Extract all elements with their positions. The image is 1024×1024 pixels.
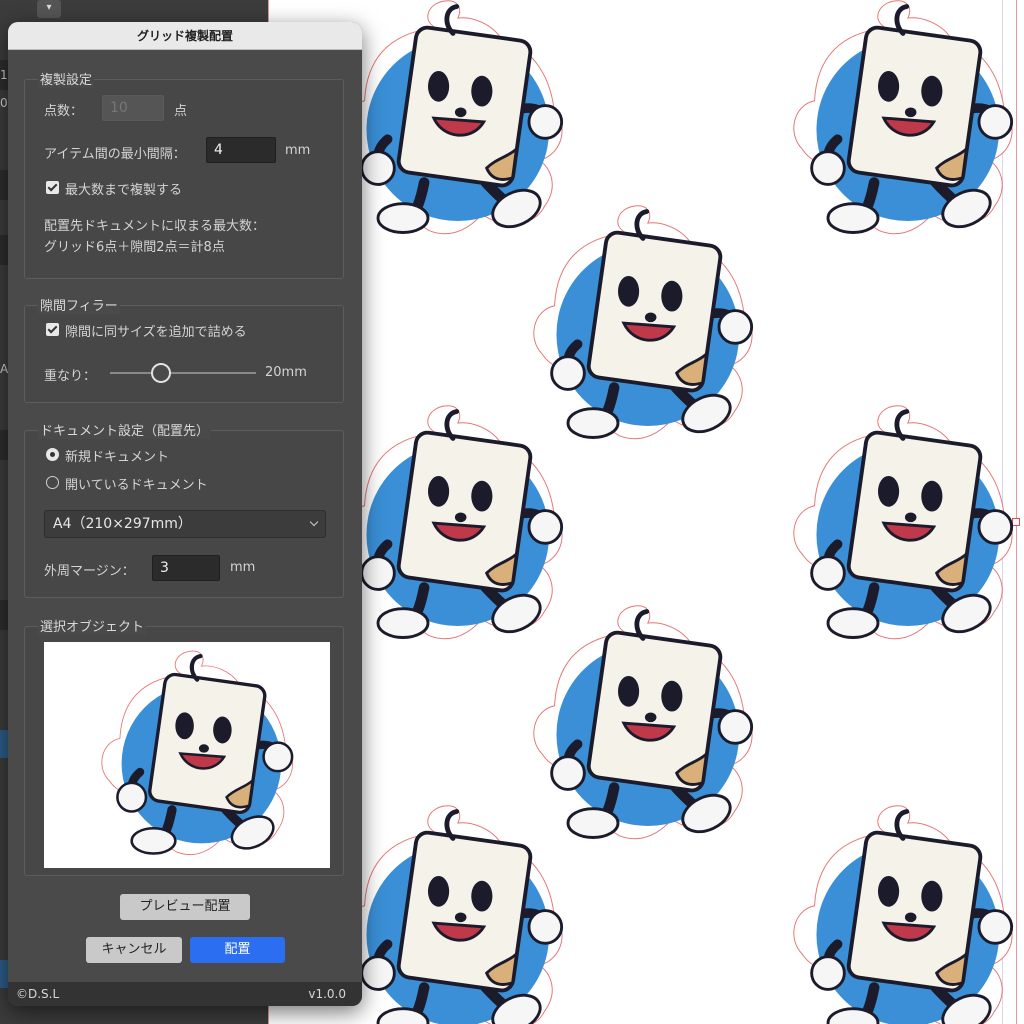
min-gap-label: アイテム間の最小間隔： xyxy=(44,147,186,162)
capacity-info-line1: 配置先ドキュメントに収まる最大数： xyxy=(44,219,266,234)
margin-field[interactable]: 3 xyxy=(152,555,220,581)
new-document-radio[interactable] xyxy=(46,448,59,461)
panel-glyph: 0 xyxy=(0,96,8,110)
count-unit: 点 xyxy=(174,104,188,119)
fill-gap-label: 隙間に同サイズを追加で詰める xyxy=(65,325,247,340)
version-text: v1.0.0 xyxy=(308,987,346,1001)
overlap-slider[interactable] xyxy=(110,372,256,374)
panel-glyph: 1 xyxy=(0,68,8,82)
min-gap-unit: mm xyxy=(285,143,311,158)
paper-size-value: A4（210×297mm） xyxy=(53,516,192,532)
max-copy-label: 最大数まで複製する xyxy=(65,183,183,198)
gap-filler-legend: 隙間フィラー xyxy=(38,295,120,314)
count-label: 点数： xyxy=(44,104,84,119)
margin-unit: mm xyxy=(230,560,256,575)
grid-duplicate-dialog: グリッド複製配置 複製設定 点数： 10 点 アイテム間の最小間隔： 4 mm … xyxy=(8,22,362,1006)
object-preview xyxy=(44,642,330,868)
sticker-item[interactable] xyxy=(778,0,1024,250)
chevron-down-icon xyxy=(309,517,319,527)
object-preview-image xyxy=(44,642,330,868)
overlap-value: 20mm xyxy=(265,365,307,380)
selected-object-legend: 選択オブジェクト xyxy=(38,616,147,635)
document-settings-legend: ドキュメント設定（配置先） xyxy=(38,420,212,439)
artboard xyxy=(268,0,1024,1024)
panel-glyph: A xyxy=(0,362,9,376)
dialog-title: グリッド複製配置 xyxy=(8,22,362,50)
count-field[interactable]: 10 xyxy=(102,95,164,121)
capacity-info-line2: グリッド6点＋隙間2点＝計8点 xyxy=(44,240,225,255)
copyright-text: ©D.S.L xyxy=(16,987,60,1001)
open-document-label: 開いているドキュメント xyxy=(65,478,208,493)
new-document-label: 新規ドキュメント xyxy=(65,450,170,465)
max-copy-checkbox[interactable] xyxy=(46,181,59,194)
sticker-item[interactable] xyxy=(778,795,1024,1024)
sticker-item[interactable] xyxy=(328,795,578,1024)
sticker-item[interactable] xyxy=(778,395,1024,655)
gap-filler-group xyxy=(24,305,344,403)
fill-gap-checkbox[interactable] xyxy=(46,323,59,336)
paper-size-select[interactable]: A4（210×297mm） xyxy=(44,510,326,538)
margin-label: 外周マージン： xyxy=(44,564,135,579)
preview-place-button[interactable]: プレビュー配置 xyxy=(120,894,250,920)
overlap-slider-thumb[interactable] xyxy=(151,363,172,383)
min-gap-field[interactable]: 4 xyxy=(206,137,276,163)
copy-settings-legend: 複製設定 xyxy=(38,69,95,88)
overlap-label: 重なり： xyxy=(44,369,97,384)
open-document-radio[interactable] xyxy=(46,476,59,489)
dialog-footer: ©D.S.L v1.0.0 xyxy=(8,982,362,1006)
place-button[interactable]: 配置 xyxy=(190,937,285,963)
chevron-down-icon[interactable]: ▾ xyxy=(37,0,61,18)
cancel-button[interactable]: キャンセル xyxy=(86,937,182,963)
